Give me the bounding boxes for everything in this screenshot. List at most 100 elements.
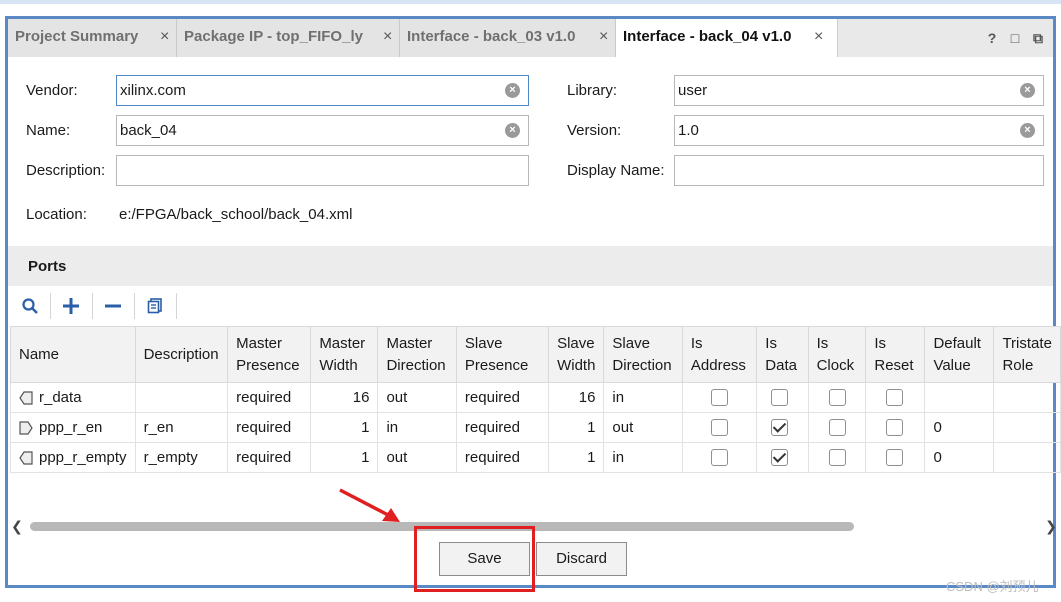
description-field[interactable] [116,155,529,186]
description-edit-cell[interactable] [134,382,229,413]
column-header[interactable]: Tristate Role [993,326,1061,383]
table-row[interactable]: ppp_r_en r_en required 1 in required 1 o… [10,412,1061,443]
is-reset-checkbox[interactable] [886,419,904,437]
column-header[interactable]: Slave Presence [455,326,550,383]
column-header[interactable]: Master Direction [377,326,457,383]
version-field[interactable]: 1.0 × [674,115,1044,146]
add-icon[interactable] [59,295,83,317]
is-reset-checkbox[interactable] [886,449,904,467]
clear-icon[interactable]: × [1020,123,1035,138]
is-address-checkbox[interactable] [710,449,728,467]
slave-presence-cell[interactable]: required [455,412,550,443]
is-address-checkbox[interactable] [710,389,728,407]
slave-direction-cell[interactable]: out [603,412,683,443]
float-icon[interactable]: ⧉ [1031,30,1045,46]
column-header[interactable]: Slave Direction [603,326,683,383]
version-value: 1.0 [678,122,699,139]
default-value-cell[interactable]: 0 [924,412,995,443]
is-data-checkbox[interactable] [771,419,789,437]
master-direction-cell[interactable]: in [377,412,457,443]
is-data-checkbox[interactable] [771,449,789,467]
description-cell[interactable]: r_en [134,412,229,443]
is-clock-checkbox[interactable] [828,389,846,407]
is-clock-checkbox[interactable] [828,449,846,467]
copy-icon[interactable] [143,295,167,317]
default-value-cell[interactable] [924,382,995,413]
window-top-strip [0,0,1061,4]
scroll-right-icon[interactable]: ❯ [1044,518,1058,534]
slave-width-cell[interactable]: 1 [548,442,605,473]
scroll-left-icon[interactable]: ❮ [10,518,24,534]
column-header[interactable]: Default Value [924,326,995,383]
port-name-cell[interactable]: ppp_r_empty [10,442,136,473]
close-icon[interactable]: × [160,28,169,46]
master-width-cell[interactable]: 1 [310,412,379,443]
tab-bar-controls: ? □ ⧉ [985,30,1045,47]
ports-table: Name Description Master Presence Master … [10,326,1061,473]
tab-interface-back03[interactable]: Interface - back_03 v1.0 × [400,19,616,57]
slave-width-cell[interactable]: 16 [548,382,605,413]
port-name-cell[interactable]: ppp_r_en [10,412,136,443]
library-field[interactable]: user × [674,75,1044,106]
slave-direction-cell[interactable]: in [603,382,683,413]
is-clock-checkbox[interactable] [828,419,846,437]
tab-package-ip[interactable]: Package IP - top_FIFO_ly × [177,19,400,57]
table-row[interactable]: r_data required 16 out required 16 in [10,382,1061,413]
master-presence-cell[interactable]: required [227,382,312,413]
remove-icon[interactable] [101,295,125,317]
description-cell[interactable]: r_empty [134,442,229,473]
location-label: Location: [26,206,87,223]
is-data-checkbox[interactable] [771,389,789,407]
port-name-cell[interactable]: r_data [10,382,136,413]
tristate-role-cell[interactable] [993,442,1061,473]
column-header[interactable]: Is Address [681,326,758,383]
master-presence-cell[interactable]: required [227,412,312,443]
master-width-cell[interactable]: 16 [310,382,379,413]
help-icon[interactable]: ? [985,30,999,46]
ports-toolbar [8,289,1053,323]
version-label: Version: [567,122,622,139]
slave-width-cell[interactable]: 1 [548,412,605,443]
tristate-role-cell[interactable] [993,412,1061,443]
discard-button[interactable]: Discard [536,542,627,576]
ports-section-header: Ports [8,246,1053,286]
restore-icon[interactable]: □ [1008,30,1022,46]
column-header[interactable]: Description [134,326,229,383]
column-header[interactable]: Is Data [756,326,809,383]
search-icon[interactable] [18,295,42,317]
column-header[interactable]: Master Presence [227,326,312,383]
tab-project-summary[interactable]: Project Summary × [8,19,177,57]
clear-icon[interactable]: × [1020,83,1035,98]
column-header[interactable]: Name [10,326,136,383]
column-header[interactable]: Is Reset [865,326,926,383]
close-icon[interactable]: × [383,28,392,46]
port-in-icon [19,391,33,405]
is-reset-checkbox[interactable] [886,389,904,407]
tristate-role-cell[interactable] [993,382,1061,413]
clear-icon[interactable]: × [505,123,520,138]
column-header[interactable]: Master Width [310,326,379,383]
slave-presence-cell[interactable]: required [455,382,550,413]
clear-icon[interactable]: × [505,83,520,98]
column-header[interactable]: Is Clock [807,326,867,383]
default-value-cell[interactable]: 0 [924,442,995,473]
vendor-field[interactable]: xilinx.com × [116,75,529,106]
slave-direction-cell[interactable]: in [603,442,683,473]
name-field[interactable]: back_04 × [116,115,529,146]
tab-label: Interface - back_04 v1.0 [623,28,792,45]
tab-bar: Project Summary × Package IP - top_FIFO_… [8,19,1053,57]
master-direction-cell[interactable]: out [377,442,457,473]
master-presence-cell[interactable]: required [227,442,312,473]
slave-presence-cell[interactable]: required [455,442,550,473]
table-row[interactable]: ppp_r_empty r_empty required 1 out requi… [10,442,1061,473]
display-name-field[interactable] [674,155,1044,186]
master-direction-cell[interactable]: out [377,382,457,413]
ports-title: Ports [28,258,67,275]
tab-interface-back04[interactable]: Interface - back_04 v1.0 × [616,19,838,57]
is-address-checkbox[interactable] [710,419,728,437]
close-icon[interactable]: × [814,28,823,46]
master-width-cell[interactable]: 1 [310,442,379,473]
name-label: Name: [26,122,71,139]
close-icon[interactable]: × [599,28,608,46]
column-header[interactable]: Slave Width [548,326,605,383]
